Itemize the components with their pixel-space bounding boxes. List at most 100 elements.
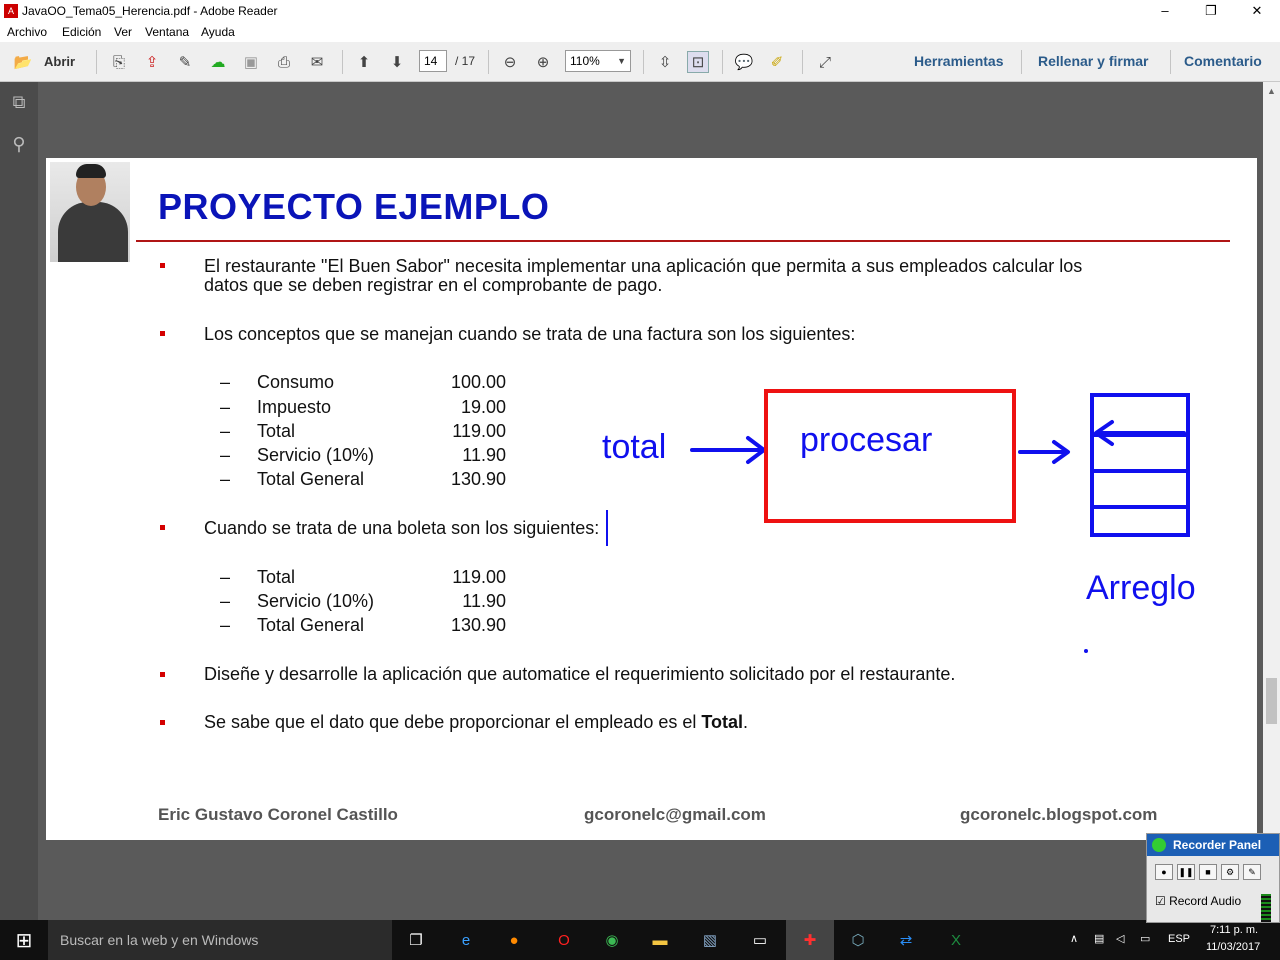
fit-page-icon[interactable]: ⊡ (687, 51, 709, 73)
factura-label: Total (257, 421, 296, 441)
fill-sign-link[interactable]: Rellenar y firmar (1038, 53, 1149, 69)
pdf-app-icon: A (4, 4, 18, 18)
page-number-input[interactable]: 14 (419, 50, 447, 72)
factura-label: Total General (257, 469, 365, 489)
system-tray: ∧ ▤ ◁ ▭ ESP 7:11 p. m. 11/03/2017 (1064, 920, 1280, 960)
task-view-icon[interactable]: ❐ (402, 926, 430, 954)
network-icon[interactable]: ▤ (1094, 932, 1104, 945)
boleta-value: 130.90 (450, 615, 506, 635)
bullet-icon (160, 263, 165, 268)
factura-value: 11.90 (462, 445, 506, 465)
adobe-reader-icon[interactable]: ✚ (796, 926, 824, 954)
firefox-icon[interactable]: ● (500, 926, 528, 954)
upload-icon[interactable]: ☁ (207, 51, 229, 73)
paragraph-5-suffix: . (743, 712, 749, 732)
recorder-title: Recorder Panel (1147, 834, 1279, 856)
pause-icon[interactable]: ❚❚ (1177, 864, 1195, 880)
recorder-logo-icon (1152, 838, 1166, 852)
excel-icon[interactable]: X (942, 926, 970, 954)
search-input[interactable]: Buscar en la web y en Windows (48, 920, 392, 960)
open-button[interactable]: Abrir (44, 54, 75, 69)
settings-icon[interactable]: ⚙ (1221, 864, 1239, 880)
paragraph-5: Se sabe que el dato que debe proporciona… (204, 713, 748, 732)
boleta-label: Servicio (10%) (257, 591, 375, 611)
footer-blog: gcoronelc.blogspot.com (960, 805, 1158, 824)
comment-icon[interactable]: 💬 (733, 51, 755, 73)
save-icon[interactable]: ▣ (240, 51, 262, 73)
scroll-up-icon[interactable]: ▲ (1267, 86, 1276, 96)
text-cursor (606, 510, 608, 546)
pen-icon[interactable]: ✎ (1243, 864, 1261, 880)
email-icon[interactable]: ✉ (306, 51, 328, 73)
page-total: / 17 (455, 54, 476, 68)
zoom-in-icon[interactable]: ⊕ (532, 51, 554, 73)
menu-bar: Archivo Edición Ver Ventana Ayuda (0, 22, 1280, 42)
menu-ayuda[interactable]: Ayuda (201, 25, 235, 39)
teamviewer-icon[interactable]: ⇄ (892, 926, 920, 954)
ink-dot (1084, 649, 1088, 653)
menu-edicion[interactable]: Edición (62, 25, 101, 39)
boleta-label: Total General (257, 615, 365, 635)
factura-label: Impuesto (257, 397, 332, 417)
record-audio-label: Record Audio (1169, 894, 1242, 908)
zoom-value: 110% (570, 54, 600, 68)
close-button[interactable]: ✕ (1234, 0, 1280, 22)
virtualbox-icon[interactable]: ⬡ (844, 926, 872, 954)
chrome-icon[interactable]: ◉ (598, 926, 626, 954)
volume-icon[interactable]: ◁ (1116, 932, 1124, 945)
title-divider (136, 240, 1230, 242)
footer-email: gcoronelc@gmail.com (584, 805, 766, 824)
notification-icon[interactable]: ▭ (1140, 932, 1150, 945)
pages-thumbnail-icon[interactable]: ⧉ (8, 92, 30, 114)
print-icon[interactable]: ⎙ (273, 51, 295, 73)
edge-icon[interactable]: e (452, 926, 480, 954)
windows-start-icon[interactable]: ⊞ (0, 920, 48, 960)
menu-archivo[interactable]: Archivo (7, 25, 47, 39)
tray-chevron-icon[interactable]: ∧ (1070, 932, 1078, 945)
highlight-icon[interactable]: ✐ (766, 51, 788, 73)
bullet-icon (160, 672, 165, 677)
factura-value: 19.00 (460, 397, 506, 417)
footer-author: Eric Gustavo Coronel Castillo (158, 805, 398, 824)
array-diagram (1090, 393, 1190, 537)
folder-icon[interactable]: 📂 (10, 51, 36, 73)
pdf-page: PROYECTO EJEMPLO El restaurante "El Buen… (46, 158, 1257, 840)
notepad-icon[interactable]: ▧ (696, 926, 724, 954)
minimize-button[interactable]: – (1142, 0, 1188, 22)
next-page-icon[interactable]: ⬇ (386, 51, 408, 73)
stop-icon[interactable]: ■ (1199, 864, 1217, 880)
arrow-right-icon (1018, 440, 1070, 464)
menu-ver[interactable]: Ver (114, 25, 132, 39)
clock-date[interactable]: 11/03/2017 (1206, 941, 1260, 953)
audio-level-meter (1261, 894, 1271, 922)
export-pdf-icon[interactable]: ⇪ (141, 51, 163, 73)
paragraph-1-line-2: datos que se deben registrar en el compr… (204, 275, 663, 295)
comment-link[interactable]: Comentario (1184, 53, 1262, 69)
opera-icon[interactable]: O (550, 926, 578, 954)
scrollbar-thumb[interactable] (1266, 678, 1277, 724)
paragraph-4: Diseñe y desarrolle la aplicación que au… (204, 664, 956, 684)
record-icon[interactable]: ● (1155, 864, 1173, 880)
menu-ventana[interactable]: Ventana (145, 25, 189, 39)
clock-time[interactable]: 7:11 p. m. (1210, 924, 1258, 936)
fullscreen-icon[interactable]: ⤢ (814, 51, 836, 73)
vertical-scrollbar[interactable]: ▲ ▼ (1263, 82, 1280, 920)
restore-button[interactable]: ❐ (1188, 0, 1234, 22)
attachment-icon[interactable]: ⚲ (8, 134, 30, 156)
zoom-select[interactable]: 110% ▼ (565, 50, 631, 72)
terminal-icon[interactable]: ▭ (746, 926, 774, 954)
title-bar: A JavaOO_Tema05_Herencia.pdf - Adobe Rea… (0, 0, 1280, 22)
edit-icon[interactable]: ✎ (174, 51, 196, 73)
zoom-out-icon[interactable]: ⊖ (499, 51, 521, 73)
tools-link[interactable]: Herramientas (914, 53, 1004, 69)
bullet-icon (160, 525, 165, 530)
language-indicator[interactable]: ESP (1168, 933, 1190, 945)
fit-width-icon[interactable]: ⇳ (654, 51, 676, 73)
annotation-arreglo: Arreglo (1086, 569, 1196, 607)
arrow-right-icon (690, 436, 766, 464)
create-pdf-icon[interactable]: ⎘ (108, 51, 130, 73)
paragraph-3: Cuando se trata de una boleta son los si… (204, 518, 600, 538)
file-explorer-icon[interactable]: ▬ (646, 926, 674, 954)
record-audio-checkbox[interactable]: ☑ Record Audio (1155, 894, 1241, 908)
previous-page-icon[interactable]: ⬆ (353, 51, 375, 73)
